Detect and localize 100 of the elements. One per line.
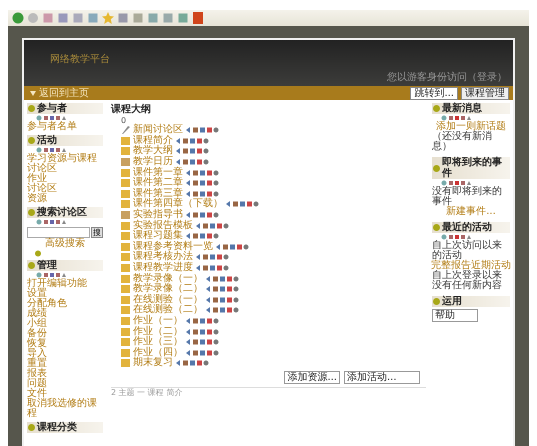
block-link[interactable]: 问题: [27, 379, 103, 389]
edit-tools-drawing[interactable]: [176, 159, 210, 166]
block-title: 搜索讨论区: [37, 207, 87, 218]
resource-link[interactable]: 作业（三）: [133, 337, 183, 348]
jump-select[interactable]: 跳转到...: [410, 86, 458, 100]
edit-tools-drawing[interactable]: [206, 286, 240, 292]
resource-link[interactable]: 新闻讨论区: [133, 125, 183, 136]
resource-link[interactable]: 作业（四）: [133, 348, 183, 358]
edit-tools-drawing[interactable]: [441, 180, 471, 186]
home-link[interactable]: 返回到主页: [39, 86, 89, 100]
resource-link[interactable]: 作业（二）: [133, 326, 183, 337]
block-link[interactable]: 成绩: [27, 309, 103, 319]
edit-tools-drawing[interactable]: [206, 307, 240, 314]
block-link[interactable]: 作业: [27, 174, 103, 184]
edit-tools-drawing[interactable]: [36, 219, 66, 225]
block-link[interactable]: 重置: [27, 359, 103, 369]
resource-link[interactable]: 教学大纲: [133, 146, 173, 156]
block-link[interactable]: 打开编辑功能: [27, 279, 103, 289]
edit-tools-drawing[interactable]: [441, 115, 471, 121]
edit-tools-drawing[interactable]: [186, 318, 220, 324]
block-link[interactable]: 完整报告近期活动: [431, 261, 511, 271]
block-link[interactable]: 导入: [27, 349, 103, 359]
edit-tools-drawing[interactable]: [186, 350, 220, 356]
edit-tools-drawing[interactable]: [186, 170, 220, 176]
resource-link[interactable]: 课件第三章: [133, 188, 183, 199]
resource-link[interactable]: 教学录像（二）: [133, 284, 203, 294]
edit-tools-drawing[interactable]: [36, 272, 66, 278]
star-icon[interactable]: [102, 12, 114, 24]
circle-icon: [28, 105, 35, 112]
edit-tools-drawing[interactable]: [186, 339, 220, 346]
circle-icon: [35, 250, 41, 257]
add-resource-select[interactable]: 添加资源...: [284, 370, 340, 384]
add-activity-select[interactable]: 添加活动...: [344, 370, 420, 384]
block-text: （还没有新消息）: [432, 132, 493, 152]
resource-link[interactable]: 教学日历: [133, 157, 173, 168]
block-text: 没有即将到来的事件: [432, 187, 503, 207]
block-link[interactable]: 报表: [27, 369, 103, 379]
resource-link[interactable]: 课程习题集: [133, 231, 183, 242]
block-link[interactable]: 新建事件...: [446, 207, 496, 217]
back-icon[interactable]: [12, 12, 24, 24]
resource-link[interactable]: 课件第四章（下载）: [133, 199, 223, 210]
resource-link[interactable]: 课件第一章: [133, 168, 183, 178]
block-link[interactable]: 学习资源与课程讨论区: [27, 154, 103, 174]
admin-button[interactable]: 课程管理: [461, 86, 509, 100]
edit-tools-drawing[interactable]: [206, 276, 240, 282]
block-link[interactable]: 设置: [27, 289, 103, 299]
block-link[interactable]: 恢复: [27, 339, 103, 349]
edit-tools-drawing[interactable]: [216, 244, 250, 250]
block-link[interactable]: 文件: [27, 389, 103, 399]
advanced-search-link[interactable]: 高级搜索: [45, 239, 85, 249]
resource-link[interactable]: 实验报告模板: [133, 220, 193, 231]
resource-link[interactable]: 教学录像（一）: [133, 274, 203, 284]
section-number: 0: [120, 116, 128, 125]
resource-link[interactable]: 作业（一）: [133, 316, 183, 326]
block-title: 参与者: [37, 103, 67, 114]
edit-tools-drawing[interactable]: [196, 254, 230, 260]
resource-link[interactable]: 实验指导书: [133, 210, 183, 220]
block-link[interactable]: 备份: [27, 329, 103, 339]
edit-tools-drawing[interactable]: [36, 115, 66, 121]
edit-tools-drawing[interactable]: [186, 180, 220, 186]
circle-icon: [28, 209, 35, 216]
resource-link[interactable]: 课件第二章: [133, 178, 183, 188]
block-link[interactable]: 添加一则新话题: [436, 122, 506, 132]
edit-tools-drawing[interactable]: [186, 233, 220, 240]
block-title: 管理: [37, 260, 57, 271]
edit-tools-drawing[interactable]: [196, 265, 230, 272]
edit-tools-drawing[interactable]: [186, 127, 220, 134]
block-title: 运用: [442, 296, 462, 307]
block-link[interactable]: 参与者名单: [27, 122, 103, 132]
block-link[interactable]: 取消我选修的课程: [27, 399, 103, 419]
resource-link[interactable]: 课程考核办法: [133, 252, 193, 262]
resource-link[interactable]: 课程参考资料一览: [133, 242, 213, 252]
block-link[interactable]: 小组: [27, 319, 103, 329]
search-button[interactable]: 搜: [91, 227, 103, 238]
resource-link[interactable]: 课程简介: [133, 136, 173, 146]
resource-link[interactable]: 在线测验（一）: [133, 294, 203, 305]
edit-tools-drawing[interactable]: [176, 148, 210, 154]
edit-tools-drawing[interactable]: [206, 296, 240, 303]
circle-icon: [433, 164, 440, 172]
edit-tools-drawing[interactable]: [186, 328, 220, 335]
resource-link[interactable]: 期末复习: [133, 358, 173, 368]
edit-tools-drawing[interactable]: [186, 190, 220, 197]
circle-icon: [433, 105, 440, 112]
edit-tools-drawing[interactable]: [196, 222, 230, 229]
block-link[interactable]: 资源: [27, 194, 103, 204]
edit-tools-drawing[interactable]: [226, 201, 260, 208]
resource-link[interactable]: 课程教学进度: [133, 263, 193, 274]
pen-icon: [121, 126, 130, 134]
edit-tools-drawing[interactable]: [186, 212, 220, 218]
resource-link[interactable]: 在线测验（二）: [133, 305, 203, 316]
block-link[interactable]: 讨论区: [27, 184, 103, 194]
edit-tools-drawing[interactable]: [36, 147, 66, 153]
search-field[interactable]: [27, 227, 90, 238]
help-select[interactable]: 帮助: [432, 309, 478, 322]
block-title: 最新消息: [442, 103, 482, 114]
edit-tools-drawing[interactable]: [441, 234, 471, 240]
circle-icon: [28, 424, 35, 431]
edit-tools-drawing[interactable]: [176, 138, 210, 144]
edit-tools-drawing[interactable]: [176, 360, 210, 366]
block-link[interactable]: 分配角色: [27, 299, 103, 309]
